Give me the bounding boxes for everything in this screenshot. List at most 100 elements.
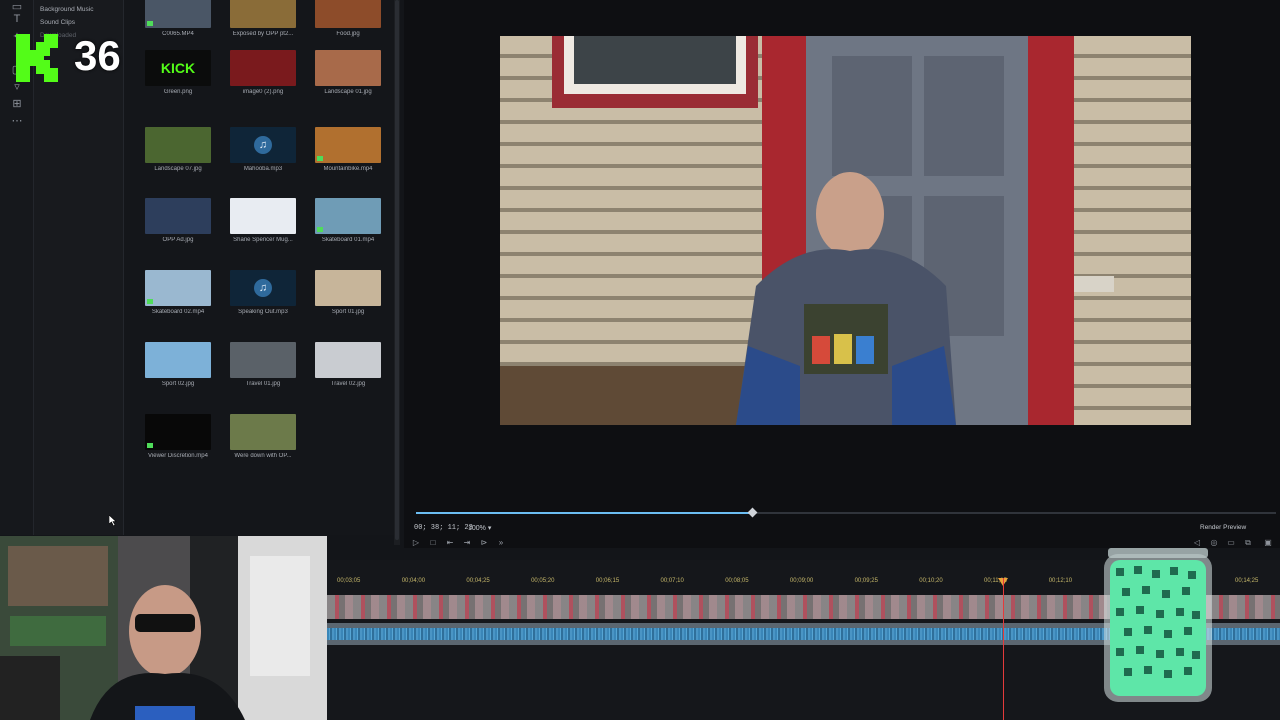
media-thumbnail: [315, 127, 381, 163]
volume-icon[interactable]: ◁: [1191, 537, 1203, 548]
ruler-tick-label: 00;09;25: [854, 578, 878, 584]
media-item-label: Mountainbike.mp4: [323, 166, 373, 172]
pip-tool-icon[interactable]: ⊞: [9, 97, 25, 111]
webcam-image: [0, 536, 327, 720]
aspect-ratio-icon[interactable]: ▣: [1262, 537, 1274, 548]
ruler-tick-label: 00;10;20: [919, 578, 943, 584]
media-item[interactable]: Travel 02.jpg: [315, 342, 381, 390]
snapshot-icon[interactable]: ◎: [1208, 537, 1220, 548]
media-item-label: Sport 02.jpg: [161, 381, 195, 387]
ruler-tick-label: 00;14;25: [1235, 578, 1259, 584]
play-icon[interactable]: ▷: [410, 537, 422, 548]
kick-thumbnail-text: KICK: [160, 60, 196, 76]
category-background-music[interactable]: Background Music: [40, 6, 93, 13]
media-item-label: Food.jpg: [336, 31, 360, 37]
ruler-tick-label: 00;06;15: [595, 578, 620, 584]
preview-zoom-select[interactable]: 100% ▾: [468, 524, 491, 532]
media-thumbnail: [145, 198, 211, 234]
media-thumbnail: [230, 198, 296, 234]
chevron-down-icon: ▾: [487, 525, 492, 532]
media-item-label: Exposed by OPP pt2...: [232, 31, 294, 37]
ruler-tick-label: 00;04;25: [466, 578, 490, 584]
video-marker-icon: [317, 227, 323, 232]
media-thumbnail: [315, 198, 381, 234]
media-item-label: Shane Spencer Mug...: [233, 237, 293, 243]
media-item[interactable]: image0 (2).png: [230, 50, 296, 98]
media-thumbnail: [315, 0, 381, 28]
media-item[interactable]: Exposed by OPP pt2...: [230, 0, 296, 40]
preview-video-frame: [500, 36, 1191, 425]
media-item[interactable]: Sport 02.jpg: [145, 342, 211, 390]
media-thumbnail: [315, 342, 381, 378]
media-thumbnail: [230, 414, 296, 450]
ruler-tick-label: 00;07;10: [660, 578, 684, 584]
stop-icon[interactable]: □: [427, 537, 439, 548]
media-item[interactable]: Were down with OP...: [230, 414, 296, 462]
media-item-label: Travel 02.jpg: [330, 381, 366, 387]
media-item-label: Viewer Discretion.mp4: [148, 453, 208, 459]
kick-count: 36: [74, 32, 121, 79]
media-thumbnail: [230, 342, 296, 378]
media-item-label: Skateboard 02.mp4: [151, 309, 205, 315]
video-marker-icon: [147, 299, 153, 304]
preview-zoom-value: 100%: [468, 525, 486, 532]
next-frame-icon[interactable]: ⇥: [461, 537, 473, 548]
media-item-label: Landscape 01.jpg: [324, 89, 372, 95]
ruler-tick-label: 00;09;00: [789, 578, 814, 584]
media-item[interactable]: Viewer Discretion.mp4: [145, 414, 211, 462]
more-tools-icon[interactable]: ⋯: [9, 114, 25, 128]
media-scrollbar-thumb[interactable]: [395, 0, 399, 540]
media-item[interactable]: Skateboard 02.mp4: [145, 270, 211, 318]
preview-scrub-handle[interactable]: [747, 507, 758, 518]
media-thumbnail: [145, 127, 211, 163]
media-item[interactable]: ♫ Mahooba.mp3: [230, 127, 296, 175]
ruler-tick-label: 00;04;00: [401, 578, 426, 584]
undock-preview-icon[interactable]: ⧉: [1242, 537, 1254, 548]
preview-scrub-progress: [416, 512, 752, 514]
media-item-label: Sport 01.jpg: [331, 309, 365, 315]
media-item-label: C0065.MP4: [162, 31, 194, 37]
media-item[interactable]: Mountainbike.mp4: [315, 127, 381, 175]
media-item-label: Travel 01.jpg: [245, 381, 281, 387]
render-preview-button[interactable]: Render Preview: [1200, 524, 1246, 531]
kick-jar-overlay: [1104, 548, 1212, 702]
media-item[interactable]: OPP Ad.jpg: [145, 198, 211, 246]
text-tool-icon[interactable]: T: [9, 12, 25, 26]
kick-logo-icon: [16, 34, 58, 82]
preview-pane: 00; 38; 11; 23 100% ▾ Render Preview ▷ □…: [404, 0, 1280, 548]
preview-timecode: 00; 38; 11; 23: [414, 524, 473, 532]
media-thumbnail: [145, 414, 211, 450]
media-item[interactable]: Landscape 01.jpg: [315, 50, 381, 98]
media-item[interactable]: Skateboard 01.mp4: [315, 198, 381, 246]
fast-forward-icon[interactable]: »: [495, 537, 507, 548]
ruler-tick-label: 00;12;10: [1048, 578, 1073, 584]
media-item-label: OPP Ad.jpg: [162, 237, 194, 243]
media-item-label: Landscape 07.jpg: [154, 166, 202, 172]
category-sound-clips[interactable]: Sound Clips: [40, 19, 75, 26]
media-item[interactable]: Travel 01.jpg: [230, 342, 296, 390]
preview-scrub-track[interactable]: [416, 507, 1276, 518]
media-item[interactable]: Landscape 07.jpg: [145, 127, 211, 175]
music-note-icon: ♫: [254, 136, 272, 154]
display-settings-icon[interactable]: ▭: [1225, 537, 1237, 548]
media-item[interactable]: ♫ Speaking Out.mp3: [230, 270, 296, 318]
media-thumbnail: KICK: [145, 50, 211, 86]
previous-frame-icon[interactable]: ⇤: [444, 537, 456, 548]
media-thumbnail: [230, 0, 296, 28]
media-scrollbar[interactable]: [394, 0, 400, 545]
ruler-tick-label: 00;08;05: [725, 578, 749, 584]
media-library-grid: C0065.MP4 Exposed by OPP pt2... Food.jpg KI…: [124, 0, 399, 535]
media-item[interactable]: Food.jpg: [315, 0, 381, 40]
media-thumbnail: [145, 0, 211, 28]
ruler-tick-label: 00;03;05: [337, 578, 361, 584]
media-item[interactable]: KICK Green.png: [145, 50, 211, 98]
media-item[interactable]: C0065.MP4: [145, 0, 211, 40]
media-item[interactable]: Sport 01.jpg: [315, 270, 381, 318]
media-item-label: Mahooba.mp3: [243, 166, 283, 172]
audio-thumbnail: ♫: [230, 127, 296, 163]
media-item[interactable]: Shane Spencer Mug...: [230, 198, 296, 246]
ruler-tick-label: 00;05;20: [531, 578, 555, 584]
playhead-line[interactable]: [1003, 578, 1004, 720]
video-marker-icon: [147, 443, 153, 448]
step-forward-icon[interactable]: ⊳: [478, 537, 490, 548]
